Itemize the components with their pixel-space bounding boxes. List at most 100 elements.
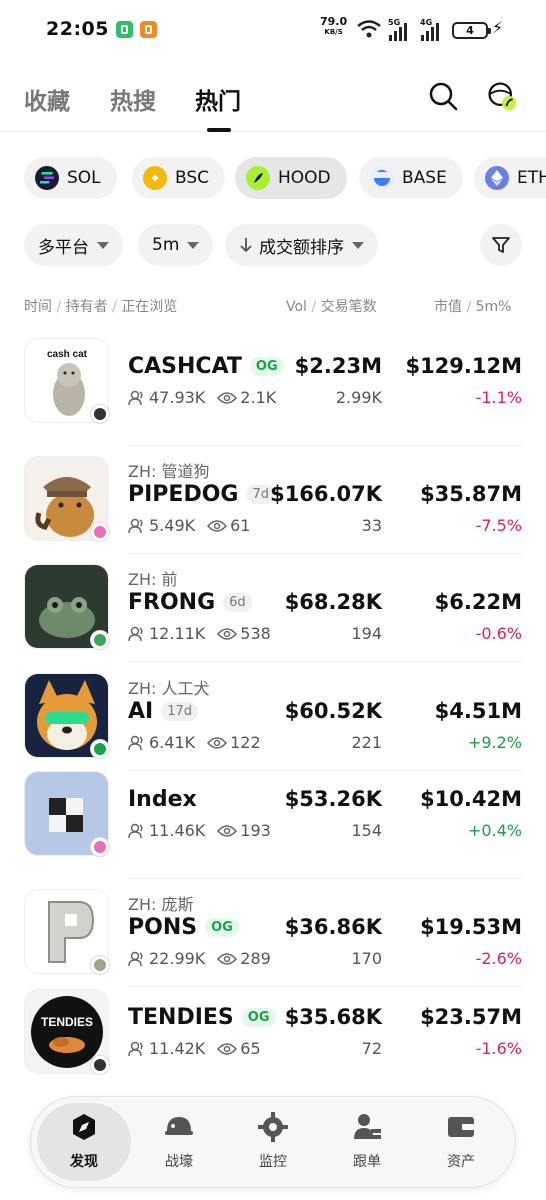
eye-icon [217,391,238,404]
app-notification-icon [116,21,133,38]
chain-chip-base[interactable]: BASE [359,157,463,199]
interval-filter[interactable]: 5m [138,224,214,266]
nav-copy-trade[interactable]: 跟单 [327,1111,407,1171]
token-market-cap: $129.12M [405,354,522,378]
launch-platform-icon [90,1055,110,1075]
row-divider [128,661,522,662]
eye-icon [217,1042,238,1055]
column-header-volume[interactable]: Vol / 交易笔数 [286,296,377,316]
status-time: 22:05 [46,18,109,40]
chain-chip-hood[interactable]: HOOD [235,157,347,199]
tab-trending-search[interactable]: 热搜 [110,82,156,116]
launch-platform-icon [90,522,110,542]
nav-assets[interactable]: 资产 [421,1111,501,1171]
token-price-change: -0.6% [475,624,522,643]
holders-icon [128,823,143,838]
token-txn-count: 2.99K [335,388,382,407]
battery-icon: 4 [452,22,491,39]
chain-chip-bsc[interactable]: BSC [132,157,226,199]
chain-selector: SOL BSC HOOD BASE ETH [24,157,546,201]
viewer-count: 193 [240,821,271,840]
chevron-down-icon [352,241,364,249]
search-icon[interactable] [427,80,459,112]
token-volume: $53.26K [284,787,382,811]
wifi-icon [357,20,381,38]
token-row[interactable]: ZH: 人工犬 AI 17d 6.41K 122 $60.52K 221 $4.5… [0,663,546,771]
nav-trenches[interactable]: 战壕 [139,1111,219,1171]
token-row[interactable]: ZH: 管道狗 PIPEDOG 7d 5.49K 61 $166.07K 33 $… [0,446,546,554]
network-speed: 79.0 KB/S [320,15,348,36]
token-tag: OG [249,357,284,376]
copy-trade-users-icon [354,1114,381,1139]
active-tab-indicator [207,128,231,132]
viewer-count: 2.1K [240,388,277,407]
bottom-nav: 发现 战壕 监控 跟单 资产 [30,1096,516,1188]
token-row[interactable]: ZH: 庞斯 PONS OG 22.99K 289 $36.86K 170 $19… [0,879,546,987]
token-market-cap: $10.42M [420,787,522,811]
token-row[interactable]: cash cat CASHCAT OG 47.93K 2.1K $2.23M 2.… [0,338,546,446]
wallet-icon [448,1117,474,1137]
nav-discover[interactable]: 发现 [44,1111,124,1171]
charging-icon: ⚡ [492,18,504,37]
token-row[interactable]: TENDIES TENDIES OG 11.42K 65 $35.68K 72 $… [0,989,546,1097]
token-price-change: -1.6% [475,1039,522,1058]
token-row[interactable]: Index 11.46K 193 $53.26K 154 $10.42M +0.… [0,771,546,879]
hood-network-icon[interactable] [486,80,518,112]
advanced-filter-button[interactable] [480,224,522,266]
token-stats: 6.41K 122 [128,733,261,752]
token-market-cap: $19.53M [420,915,522,939]
token-subname: ZH: 前 [128,570,178,589]
holders-icon [128,626,143,641]
launch-platform-icon [90,630,110,650]
token-stats: 22.99K 289 [128,949,271,968]
token-price-change: -1.1% [475,388,522,407]
app-notification-icon [140,21,157,38]
token-txn-count: 170 [351,949,382,968]
holders-icon [128,735,143,750]
token-tag: OG [241,1008,276,1027]
column-header-mcap[interactable]: 市值 / 5m% [434,296,511,316]
launch-platform-icon [90,739,110,759]
token-ticker: Index [128,787,197,812]
token-price-change: +0.4% [467,821,522,840]
bnb-icon [143,166,167,190]
platform-filter[interactable]: 多平台 [24,224,123,266]
token-stats: 11.42K 65 [128,1039,261,1058]
chain-chip-eth[interactable]: ETH [474,157,546,199]
token-ticker: PONS OG [128,915,239,940]
signal-4g-icon: 4G [420,18,442,41]
eye-icon [207,519,228,532]
token-ticker: CASHCAT OG [128,354,284,379]
token-ticker: PIPEDOG 7d [128,482,276,507]
token-ticker: AI 17d [128,699,199,724]
token-stats: 5.49K 61 [128,516,250,535]
robinhood-feather-icon [246,166,270,190]
token-ticker: TENDIES OG [128,1005,276,1030]
base-icon [370,166,394,190]
holder-count: 6.41K [149,733,196,752]
eye-icon [217,952,238,965]
holder-count: 11.46K [149,821,206,840]
holders-icon [128,518,143,533]
holder-count: 12.11K [149,624,206,643]
holder-count: 22.99K [149,949,206,968]
chain-chip-sol[interactable]: SOL [24,157,117,199]
token-row[interactable]: ZH: 前 FRONG 6d 12.11K 538 $68.28K 194 $6.… [0,554,546,662]
sort-filter[interactable]: 成交额排序 [225,224,378,266]
holder-count: 47.93K [149,388,206,407]
chevron-down-icon [187,241,200,249]
holder-count: 11.42K [149,1039,206,1058]
token-txn-count: 194 [351,624,382,643]
viewer-count: 61 [230,516,251,535]
chevron-down-icon [97,241,109,249]
token-subname: ZH: 庞斯 [128,895,194,914]
nav-monitor[interactable]: 监控 [233,1111,313,1171]
eye-icon [207,736,228,749]
token-tag: 17d [161,702,199,721]
status-bar: 22:05 79.0 KB/S 5G 4G 4 ⚡ [0,0,546,60]
token-price-change: -2.6% [475,949,522,968]
tab-hot[interactable]: 热门 [195,82,241,116]
tab-favorites[interactable]: 收藏 [24,82,70,116]
holder-count: 5.49K [149,516,196,535]
token-stats: 12.11K 538 [128,624,271,643]
